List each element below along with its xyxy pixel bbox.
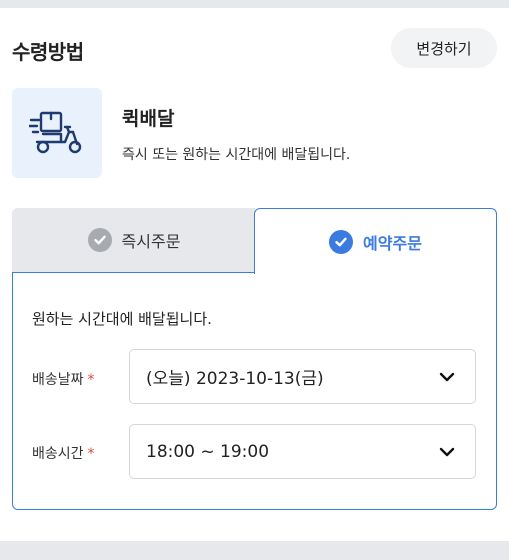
top-divider	[0, 0, 509, 8]
delivery-date-value: (오늘) 2023-10-13(금)	[146, 369, 324, 389]
change-button[interactable]: 변경하기	[391, 28, 497, 68]
delivery-method-description: 즉시 또는 원하는 시간대에 배달됩니다.	[122, 147, 351, 163]
tab-reserved-label: 예약주문	[363, 233, 422, 253]
delivery-time-label: 배송시간 *	[32, 443, 95, 463]
required-mark: *	[87, 372, 95, 388]
panel-divider	[12, 272, 255, 273]
delivery-date-select[interactable]: (오늘) 2023-10-13(금)	[129, 349, 476, 404]
chevron-down-icon	[439, 447, 455, 456]
delivery-time-select[interactable]: 18:00 ~ 19:00	[129, 424, 476, 479]
delivery-date-label-text: 배송날짜	[32, 372, 84, 388]
bottom-divider	[0, 541, 509, 560]
tab-immediate-order[interactable]: 즉시주문	[12, 208, 255, 272]
reservation-description: 원하는 시간대에 배달됩니다.	[32, 310, 212, 328]
delivery-method-icon-box	[12, 88, 102, 178]
chevron-down-icon	[439, 372, 455, 381]
delivery-scooter-icon	[29, 111, 82, 154]
required-mark: *	[87, 446, 95, 462]
delivery-time-label-text: 배송시간	[32, 446, 84, 462]
tab-immediate-label: 즉시주문	[121, 232, 181, 251]
check-circle-icon	[329, 229, 354, 254]
delivery-time-value: 18:00 ~ 19:00	[146, 441, 270, 462]
delivery-method-title: 퀵배달	[122, 108, 175, 130]
tab-reserved-order[interactable]: 예약주문	[254, 208, 497, 274]
section-title: 수령방법	[12, 40, 84, 64]
delivery-date-label: 배송날짜 *	[32, 369, 95, 389]
check-circle-icon	[87, 228, 112, 252]
